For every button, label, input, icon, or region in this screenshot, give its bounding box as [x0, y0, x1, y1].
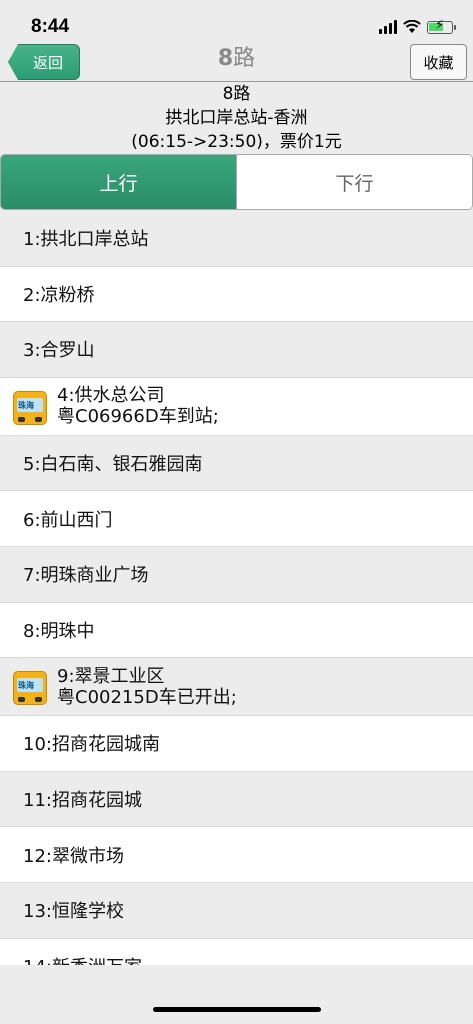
home-indicator[interactable] — [153, 1007, 321, 1012]
stop-row[interactable]: 珠海 4:供水总公司 粤C06966D车到站; — [0, 377, 473, 436]
stop-name: 2:凉粉桥 — [23, 284, 95, 306]
route-hours-fare: (06:15->23:50)，票价1元 — [131, 132, 342, 152]
route-name: 8路 — [222, 84, 251, 104]
stop-name: 1:拱北口岸总站 — [23, 229, 149, 251]
status-bar: 8:44 ⚡ — [0, 0, 473, 38]
stop-name: 11:招商花园城 — [23, 790, 142, 812]
stop-row[interactable]: 2:凉粉桥 — [0, 266, 473, 323]
stop-row[interactable]: 10:招商花园城南 — [0, 716, 473, 772]
stop-name: 7:明珠商业广场 — [23, 565, 149, 587]
wifi-icon — [403, 20, 421, 33]
direction-tabs: 上行 下行 — [0, 154, 473, 210]
stop-row[interactable]: 1:拱北口岸总站 — [0, 211, 473, 267]
stop-row[interactable]: 11:招商花园城 — [0, 771, 473, 828]
stop-name: 12:翠微市场 — [23, 845, 124, 867]
stop-name: 10:招商花园城南 — [23, 734, 160, 756]
stop-name: 5:白石南、银石雅园南 — [23, 454, 203, 476]
page-title: 8路 — [0, 40, 473, 72]
route-endpoints: 拱北口岸总站-香洲 — [165, 108, 308, 128]
stop-row[interactable]: 14:新香洲万家 — [0, 938, 473, 965]
stop-row[interactable]: 8:明珠中 — [0, 602, 473, 659]
page-title-number: 8 — [217, 46, 234, 71]
stop-list: 1:拱北口岸总站 2:凉粉桥 3:合罗山 珠海 4:供水总公司 粤C06966D… — [0, 211, 473, 965]
stop-name: 13:恒隆学校 — [23, 901, 124, 923]
nav-bar: 返回 8路 收藏 — [0, 38, 473, 82]
favorite-button[interactable]: 收藏 — [410, 44, 467, 80]
bus-icon: 珠海 — [13, 671, 47, 706]
bus-status: 粤C00215D车已开出; — [57, 686, 237, 708]
route-info: 8路 拱北口岸总站-香洲 (06:15->23:50)，票价1元 — [0, 82, 473, 154]
stop-row[interactable]: 珠海 9:翠景工业区 粤C00215D车已开出; — [0, 658, 473, 717]
bus-status: 粤C06966D车到站; — [57, 406, 219, 428]
stop-row[interactable]: 3:合罗山 — [0, 322, 473, 378]
stop-name: 14:新香洲万家 — [23, 953, 142, 965]
stop-row[interactable]: 5:白石南、银石雅园南 — [0, 435, 473, 492]
stop-row[interactable]: 12:翠微市场 — [0, 827, 473, 883]
page-title-suffix: 路 — [233, 46, 256, 71]
stop-name: 8:明珠中 — [23, 620, 95, 642]
bus-icon: 珠海 — [13, 390, 47, 425]
status-time: 8:44 — [31, 16, 70, 37]
stop-row[interactable]: 6:前山西门 — [0, 491, 473, 547]
home-area — [0, 965, 473, 1024]
signal-icon — [379, 20, 397, 34]
stop-row[interactable]: 7:明珠商业广场 — [0, 546, 473, 603]
stop-row[interactable]: 13:恒隆学校 — [0, 882, 473, 939]
tab-down[interactable]: 下行 — [236, 155, 472, 209]
stop-name: 4:供水总公司 — [57, 385, 165, 407]
stop-name: 6:前山西门 — [23, 509, 113, 531]
stop-name: 9:翠景工业区 — [57, 665, 165, 687]
status-icons: ⚡ — [379, 18, 456, 36]
tab-up[interactable]: 上行 — [1, 155, 236, 209]
battery-icon: ⚡ — [427, 18, 456, 34]
stop-name: 3:合罗山 — [23, 340, 95, 362]
